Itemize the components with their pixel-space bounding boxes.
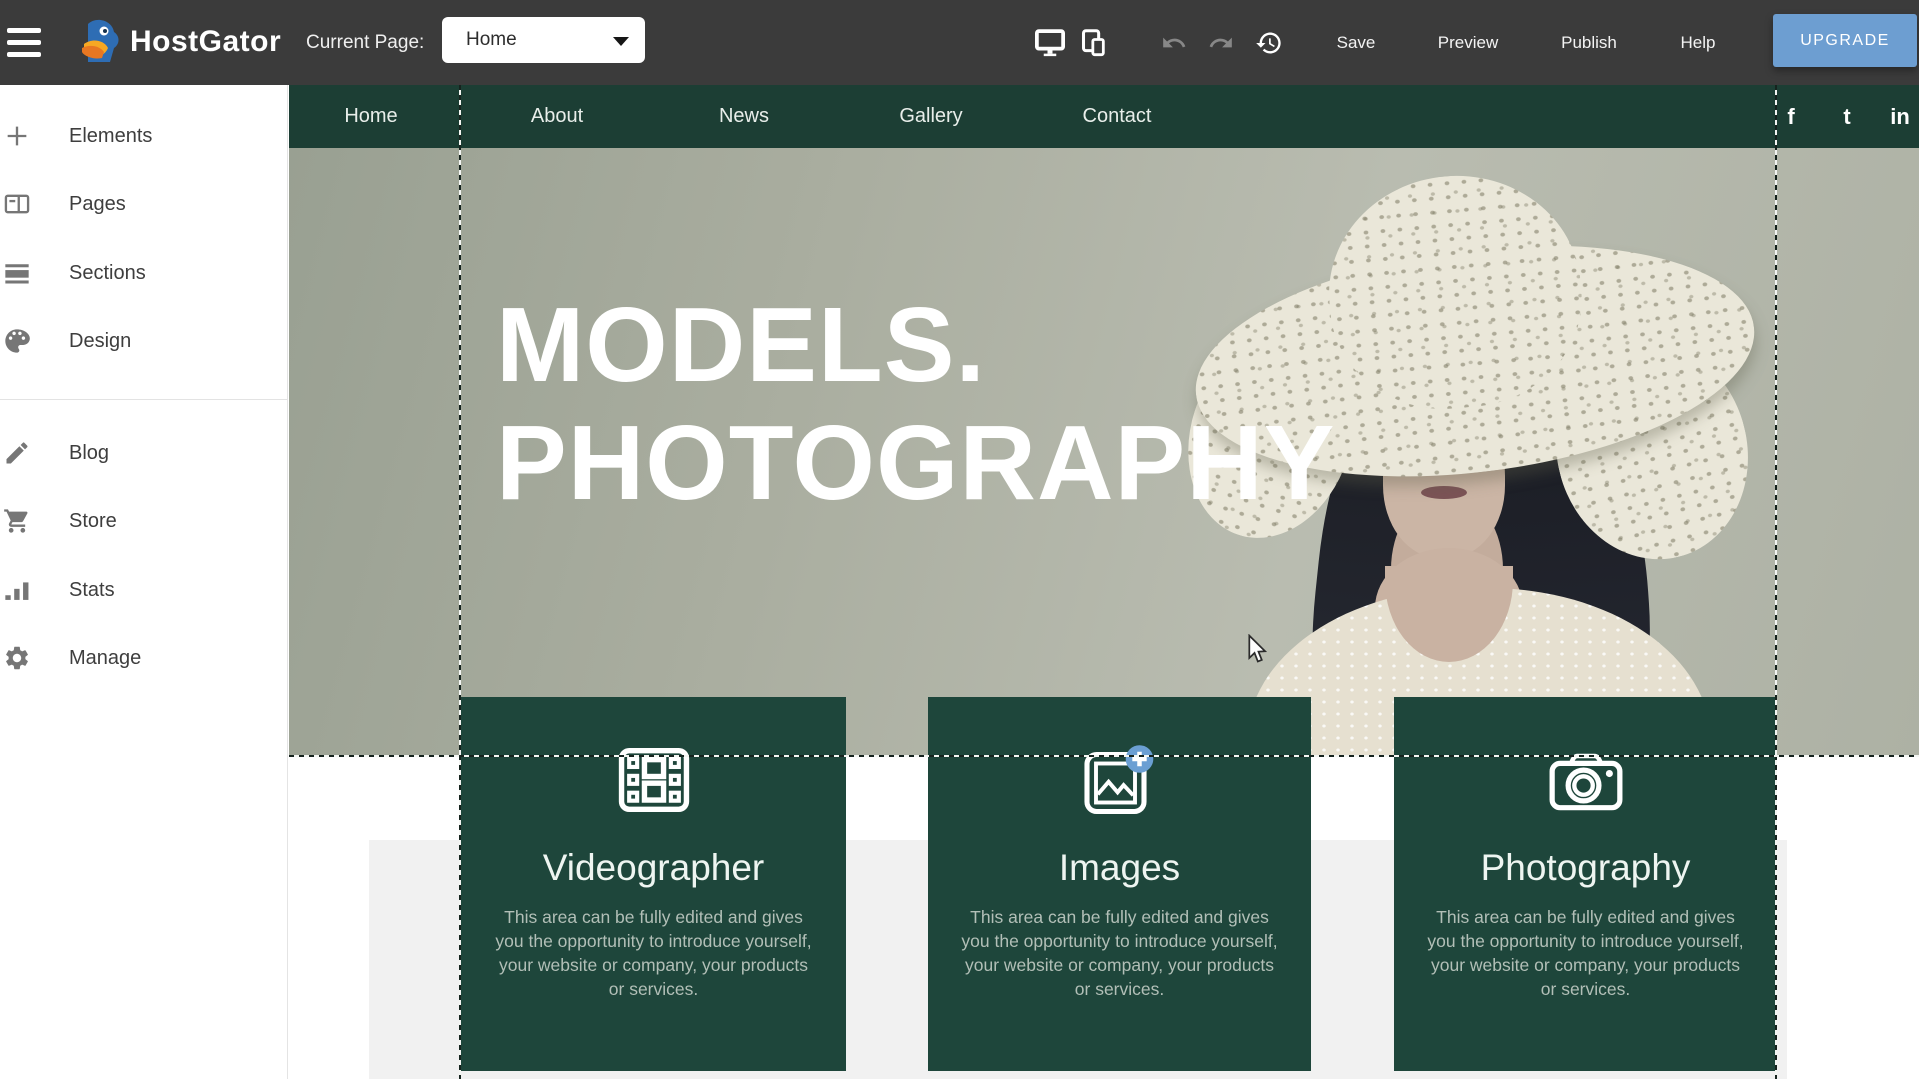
hamburger-menu-icon[interactable]: [7, 26, 43, 60]
lips: [1421, 486, 1467, 499]
sections-icon: [2, 258, 32, 288]
sidebar-item-pages[interactable]: Pages: [0, 182, 288, 226]
facebook-icon[interactable]: f: [1787, 85, 1794, 148]
mobile-preview-icon[interactable]: [1072, 0, 1116, 85]
sidebar-item-blog[interactable]: Blog: [0, 431, 288, 475]
site-nav-gallery[interactable]: Gallery: [899, 85, 962, 148]
site-preview-canvas: Home About News Gallery Contact f t in: [289, 85, 1919, 1079]
content-guide-right: [1775, 85, 1777, 1079]
sidebar-item-design[interactable]: Design: [0, 319, 288, 363]
card-body: This area can be fully edited and gives …: [960, 905, 1280, 1002]
site-nav-contact[interactable]: Contact: [1083, 85, 1152, 148]
undo-icon[interactable]: [1152, 0, 1196, 85]
sidebar-item-stats[interactable]: Stats: [0, 568, 288, 612]
card-body: This area can be fully edited and gives …: [1426, 905, 1746, 1002]
sidebar-item-manage[interactable]: Manage: [0, 636, 288, 680]
linkedin-icon[interactable]: in: [1890, 85, 1910, 148]
twitter-icon[interactable]: t: [1843, 85, 1850, 148]
site-nav-home[interactable]: Home: [344, 85, 397, 148]
hostgator-logo: HostGator: [74, 13, 281, 71]
sidebar-item-sections[interactable]: Sections: [0, 251, 288, 295]
gear-icon: [2, 643, 32, 673]
help-button[interactable]: Help: [1681, 0, 1716, 85]
sidebar-item-label: Blog: [69, 442, 109, 465]
sidebar-item-label: Manage: [69, 647, 141, 670]
save-button[interactable]: Save: [1337, 0, 1376, 85]
page-dropdown-value: Home: [466, 17, 517, 63]
desktop-preview-icon[interactable]: [1028, 0, 1072, 85]
card-title: Videographer: [461, 847, 846, 889]
section-guide-bottom: [289, 755, 1919, 757]
card-title: Photography: [1394, 847, 1777, 889]
site-nav-about[interactable]: About: [531, 85, 583, 148]
sidebar-item-label: Sections: [69, 262, 146, 285]
publish-button[interactable]: Publish: [1561, 0, 1617, 85]
card-photography[interactable]: Photography This area can be fully edite…: [1394, 697, 1777, 1071]
plus-icon: [2, 121, 32, 151]
hostgator-wordmark: HostGator: [130, 25, 281, 59]
hero-title-line1: MODELS.: [496, 286, 1336, 404]
palette-icon: [2, 326, 32, 356]
card-title: Images: [928, 847, 1311, 889]
sidebar-item-label: Elements: [69, 125, 152, 148]
sidebar-divider: [0, 399, 288, 400]
upgrade-button[interactable]: UPGRADE: [1773, 14, 1917, 67]
hero-title[interactable]: MODELS. PHOTOGRAPHY: [496, 286, 1336, 522]
pages-icon: [2, 189, 32, 219]
redo-icon[interactable]: [1199, 0, 1243, 85]
site-navbar: Home About News Gallery Contact f t in: [289, 85, 1919, 148]
history-icon[interactable]: [1247, 0, 1291, 85]
preview-button[interactable]: Preview: [1438, 0, 1498, 85]
builder-sidebar: Elements Pages Sections Design Blog Stor…: [0, 85, 288, 1079]
top-toolbar: HostGator Current Page: Home Save Previe…: [0, 0, 1919, 85]
page-dropdown[interactable]: Home: [442, 17, 645, 63]
content-guide-left: [459, 85, 461, 1079]
camera-icon: [1394, 741, 1777, 819]
sidebar-item-label: Design: [69, 330, 131, 353]
image-plus-icon: [928, 741, 1311, 819]
card-videographer[interactable]: Videographer This area can be fully edit…: [461, 697, 846, 1071]
hostgator-builder-window: HostGator Current Page: Home Save Previe…: [0, 0, 1919, 1079]
hero-title-line2: PHOTOGRAPHY: [496, 404, 1336, 522]
cart-icon: [2, 506, 32, 536]
pencil-icon: [2, 438, 32, 468]
bar-chart-icon: [2, 575, 32, 605]
sidebar-item-elements[interactable]: Elements: [0, 114, 288, 158]
sidebar-item-label: Store: [69, 510, 117, 533]
card-body: This area can be fully edited and gives …: [494, 905, 814, 1002]
sidebar-item-label: Stats: [69, 579, 115, 602]
gator-mascot-icon: [74, 18, 124, 66]
hero-section[interactable]: MODELS. PHOTOGRAPHY: [289, 148, 1919, 756]
chevron-down-icon: [613, 37, 629, 46]
film-icon: [461, 741, 846, 819]
card-images[interactable]: Images This area can be fully edited and…: [928, 697, 1311, 1071]
sidebar-item-label: Pages: [69, 193, 126, 216]
site-nav-news[interactable]: News: [719, 85, 769, 148]
sidebar-item-store[interactable]: Store: [0, 499, 288, 543]
current-page-label: Current Page:: [306, 0, 424, 85]
